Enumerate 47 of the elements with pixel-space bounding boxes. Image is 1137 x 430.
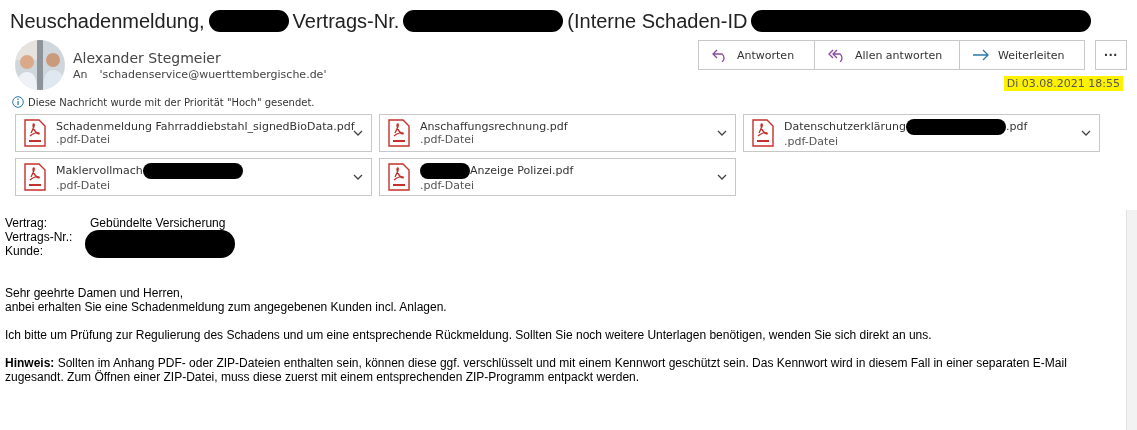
scrollbar[interactable] [1126,210,1137,430]
file-name: Schadenmeldung Fahrraddiebstahl_signedBioData.pdf [56,120,355,133]
sender-name: Alexander Stegmeier [73,49,222,66]
file-type: .pdf-Datei [784,134,840,148]
subject-text: Vertrags-Nr. [292,9,400,33]
sent-date: Di 03.08.2021 18:55 [1003,76,1123,91]
more-button[interactable]: ··· [1095,40,1127,70]
file-name: Datenschutzerklärung [784,120,906,133]
file-name: Anschaffungsrechnung.pdf [420,120,568,133]
body-text: Sehr geehrte Damen und Herren, [5,286,185,300]
file-name: Maklervollmach [56,164,143,177]
file-name: .pdf [1006,120,1028,133]
pdf-file-icon [752,119,774,147]
attachment-card[interactable]: Anschaffungsrechnung.pdf .pdf-Datei [379,114,736,152]
body-text: Ich bitte um Prüfung zur Regulierung des Schadens und um eine entsprechende Rückmeldung. Sollten Sie noch weitere Unterlagen benötigen, wenden Sie sich direkt an uns. [5,328,933,342]
attachment-card[interactable]: Anzeige Polizei.pdf .pdf-Datei [379,158,736,196]
pdf-file-icon [388,163,410,191]
chevron-down-icon[interactable] [717,130,727,136]
attachment-card[interactable]: Datenschutzerklärung .pdf .pdf-Datei [743,114,1100,152]
attachment-card[interactable]: Schadenmeldung Fahrraddiebstahl_signedBioData.pdf .pdf-Datei [15,114,372,152]
field-label: Kunde: [5,244,45,258]
chevron-down-icon[interactable] [717,174,727,180]
redaction-mark [420,162,470,179]
file-name: Anzeige Polizei.pdf [470,164,574,177]
file-type: .pdf-Datei [420,178,476,192]
pdf-file-icon [24,119,46,147]
file-type: .pdf-Datei [56,178,112,192]
field-label: Vertrag: [5,216,49,230]
to-label: An [73,67,88,81]
subject-text: Neuschadenmeldung, [10,9,205,33]
field-value: Gebündelte Versicherung [90,216,227,230]
pdf-file-icon [24,163,46,191]
body-text: Hinweis: Sollten im Anhang PDF- oder ZIP-Dateien enthalten sein, können diese ggf. verschlüsselt und mit einem Kennwort geschützt sein. Das Kennwort wird in diesem Fall in einer separaten E-Mail zugesandt. Zum Öffnen einer ZIP-Datei, muss diese zuerst mit einem entsprechenden ZIP-Programm entpackt werden. [5,356,1068,384]
arrow-right-icon [972,49,990,61]
info-icon [12,96,24,108]
field-label: Vertrags-Nr.: [5,230,74,244]
file-type: .pdf-Datei [420,133,476,146]
chevron-down-icon[interactable] [353,130,363,136]
recipient-address: 'schadenservice@wuerttembergische.de' [99,67,327,81]
chevron-down-icon[interactable] [1081,130,1091,136]
file-type: .pdf-Datei [56,133,112,146]
attachment-card[interactable]: Maklervollmach .pdf-Datei [15,158,372,196]
priority-note: Diese Nachricht wurde mit der Priorität "Hoch" gesendet. [28,96,315,108]
pdf-file-icon [388,119,410,147]
subject-text: (Interne Schaden-ID [567,9,748,33]
chevron-down-icon[interactable] [353,174,363,180]
body-text: anbei erhalten Sie eine Schadenmeldung zum angegebenen Kunden incl. Anlagen. [5,300,448,314]
